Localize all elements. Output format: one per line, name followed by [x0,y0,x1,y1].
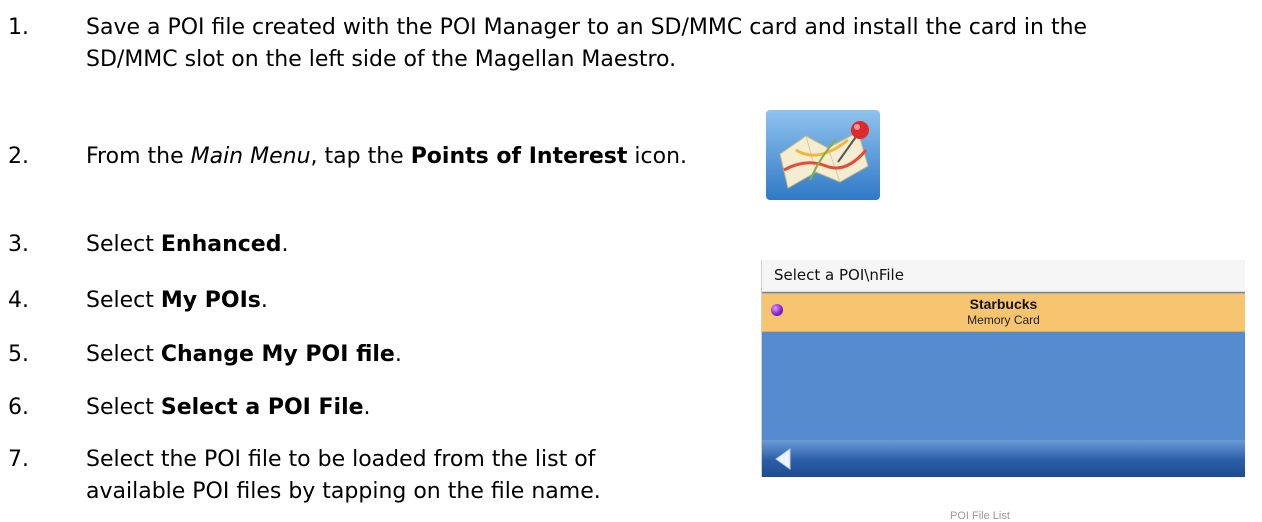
step-text-continued: available POI files by tapping on the fi… [86,479,601,504]
map-with-pin-icon [766,110,880,200]
back-arrow-icon[interactable] [772,447,792,471]
step-number: 6. [8,395,29,420]
poi-file-name: Starbucks [969,296,1038,312]
step-number: 7. [8,447,29,472]
step-number: 5. [8,342,29,367]
poi-file-list-item[interactable]: Starbucks Memory Card [762,293,1245,332]
poi-file-list-screen: Select a POI\nFile Starbucks Memory Card [761,260,1245,477]
step-number: 1. [8,15,29,40]
step-number: 2. [8,144,29,169]
step-text: Select Change My POI file. [86,342,402,367]
step-number: 4. [8,288,29,313]
bottom-toolbar [762,440,1245,477]
step-text: Save a POI file created with the POI Man… [86,15,1088,40]
step-number: 3. [8,232,29,257]
figure-caption: POI File List [950,510,1010,522]
step-text-continued: SD/MMC slot on the left side of the Mage… [86,47,677,72]
step-text: Select Select a POI File. [86,395,371,420]
step-text: Select Enhanced. [86,232,289,257]
poi-file-location: Memory Card [967,313,1040,327]
screen-title: Select a POI\nFile [762,260,1245,292]
step-text: Select My POIs. [86,288,268,313]
step-text: Select the POI file to be loaded from th… [86,447,596,472]
step-text: From the Main Menu, tap the Points of In… [86,144,688,169]
